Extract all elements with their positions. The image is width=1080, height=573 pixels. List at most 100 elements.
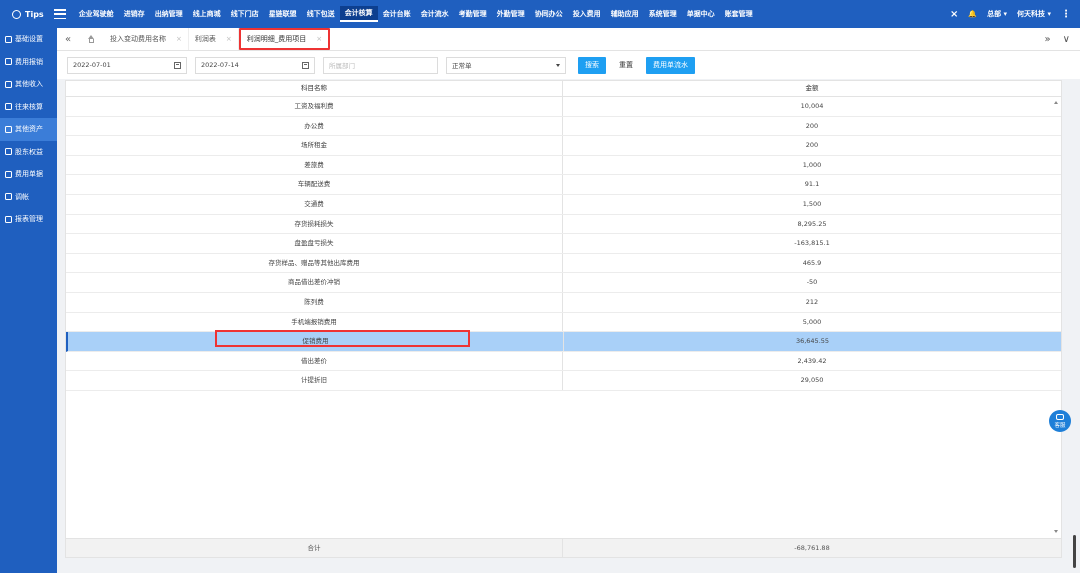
start-date-field[interactable]: 2022-07-01 <box>67 56 187 74</box>
account-name-text: 场所租金 <box>301 141 327 150</box>
nav-item[interactable]: 星链联盟 <box>264 7 302 21</box>
account-name-text: 盘盈盘亏损失 <box>294 239 334 248</box>
account-name-cell: 差旅费 <box>66 155 563 175</box>
sidebar-item[interactable]: 报表管理 <box>0 208 57 231</box>
table-row[interactable]: 存货样品、赠品等其他出库费用 465.9 <box>66 253 1061 274</box>
top-nav-right: × 🔔 总部 ▾ 何天科技 ▾ ⋮ <box>950 9 1080 20</box>
user-menu[interactable]: 总部 ▾ <box>987 9 1007 19</box>
reset-button[interactable]: 重置 <box>612 57 640 74</box>
sidebar-item[interactable]: 其他资产 <box>0 118 57 141</box>
nav-item[interactable]: 线下包送 <box>302 7 340 21</box>
table-row[interactable]: 商品借出差价冲销 -50 <box>66 273 1061 293</box>
table-row[interactable]: 工资及福利费 10,004 <box>66 97 1061 117</box>
table-row[interactable]: 计提折旧 29,050 <box>66 371 1061 391</box>
tabs-next-icon[interactable]: » <box>1045 34 1051 45</box>
logo[interactable]: Tips <box>0 9 50 19</box>
nav-item[interactable]: 单据中心 <box>682 7 720 21</box>
home-icon[interactable] <box>87 34 96 44</box>
tab-label: 利润明细_费用项目 <box>246 35 307 43</box>
chat-icon <box>1056 413 1064 420</box>
nav-item[interactable]: 出纳管理 <box>150 7 188 21</box>
table-row[interactable]: 存货损耗损失 8,295.25 <box>66 214 1061 235</box>
sidebar-item[interactable]: 往来核算 <box>0 96 57 119</box>
table-row[interactable]: 盘盈盘亏损失 -163,815.1 <box>66 234 1061 254</box>
account-name-cell: 存货样品、赠品等其他出库费用 <box>66 253 563 273</box>
sidebar-item[interactable]: 其他收入 <box>0 73 57 96</box>
nav-item[interactable]: 线上商城 <box>188 7 226 21</box>
nav-item[interactable]: 外勤管理 <box>492 7 530 21</box>
scroll-down-icon[interactable] <box>1054 530 1058 533</box>
chevron-down-icon[interactable]: ∨ <box>1063 34 1070 45</box>
calendar-icon[interactable] <box>174 61 181 69</box>
table-body: 工资及福利费 10,004 办公费 200 场所租金 200 差旅费 1,000 车辆配送费 91… <box>66 97 1061 391</box>
close-icon[interactable]: × <box>176 35 182 43</box>
account-name-text: 存货样品、赠品等其他出库费用 <box>268 258 360 267</box>
amount-cell: 465.9 <box>802 258 822 267</box>
menu-item-icon <box>5 148 12 156</box>
menu-toggle-icon[interactable] <box>53 9 66 19</box>
nav-item[interactable]: 会计核算 <box>339 6 378 22</box>
end-date-field[interactable]: 2022-07-14 <box>195 56 315 74</box>
page-scrollbar[interactable] <box>1073 535 1076 568</box>
nav-item[interactable]: 账套管理 <box>720 7 758 21</box>
nav-item[interactable]: 进销存 <box>119 7 150 21</box>
bell-icon[interactable]: 🔔 <box>968 10 977 18</box>
tab[interactable]: 利润明细_费用项目 × <box>238 28 331 50</box>
table-row[interactable]: 借出差价 2,439.42 <box>66 351 1061 372</box>
table-row[interactable]: 陈列费 212 <box>66 292 1061 313</box>
nav-item[interactable]: 系统管理 <box>644 7 682 21</box>
table-footer: 合计 -68,761.88 <box>66 538 1061 557</box>
footer-label: 合计 <box>66 539 563 557</box>
menu-item-icon <box>5 103 12 111</box>
filter-bar: 2022-07-01 2022-07-14 所属部门 正常单 搜索 重置 费用单… <box>57 51 1080 79</box>
account-name-cell: 办公费 <box>66 116 563 136</box>
table-row[interactable]: 场所租金 200 <box>66 136 1061 156</box>
amount-cell: 36,645.55 <box>795 337 830 346</box>
nav-item[interactable]: 考勤管理 <box>454 7 492 21</box>
account-name-text: 计提折旧 <box>301 376 327 385</box>
calendar-icon[interactable] <box>302 61 309 69</box>
department-input[interactable]: 所属部门 <box>323 56 438 74</box>
more-icon[interactable]: ⋮ <box>1061 9 1071 20</box>
close-icon[interactable]: × <box>226 35 232 43</box>
table-row[interactable]: 车辆配送费 91.1 <box>66 175 1061 195</box>
tab[interactable]: 投入变动费用名称 × <box>104 28 189 50</box>
tab[interactable]: 利润表 × <box>189 28 239 50</box>
nav-item[interactable]: 投入费用 <box>568 7 606 21</box>
customer-service-button[interactable]: 客服 <box>1049 410 1071 432</box>
header-account-name[interactable]: 科目名称 <box>66 81 563 96</box>
sidebar-item[interactable]: 费用单据 <box>0 163 57 186</box>
table-row[interactable]: 办公费 200 <box>66 116 1061 137</box>
sidebar-item[interactable]: 费用报销 <box>0 51 57 74</box>
status-select[interactable]: 正常单 <box>446 56 566 74</box>
nav-item[interactable]: 线下门店 <box>226 7 264 21</box>
expense-flow-button[interactable]: 费用单流水 <box>646 56 695 74</box>
department-placeholder: 所属部门 <box>329 62 355 70</box>
nav-item[interactable]: 会计流水 <box>416 7 454 21</box>
amount-cell: 200 <box>805 121 819 130</box>
account-name-text: 工资及福利费 <box>294 102 334 110</box>
close-icon[interactable]: × <box>316 35 322 43</box>
sidebar-item-label: 往来核算 <box>15 102 43 111</box>
sidebar: 基础设置 费用报销 其他收入往来核算其他资产 股东权益 费用单据 调帐 报表管理 <box>0 28 57 573</box>
table-row[interactable]: 促销费用 36,645.55 <box>66 330 1061 352</box>
nav-item[interactable]: 协同办公 <box>530 7 568 21</box>
nav-item[interactable]: 辅助应用 <box>606 7 644 21</box>
nav-item[interactable]: 会计台账 <box>378 7 416 21</box>
sidebar-item[interactable]: 调帐 <box>0 186 57 209</box>
amount-cell: 200 <box>805 141 819 150</box>
close-icon[interactable]: × <box>950 9 958 20</box>
scroll-up-icon[interactable] <box>1054 101 1058 104</box>
nav-item[interactable]: 企业驾驶舱 <box>74 7 119 21</box>
table-row[interactable]: 差旅费 1,000 <box>66 155 1061 176</box>
end-date-value: 2022-07-14 <box>201 61 239 69</box>
sidebar-item[interactable]: 基础设置 <box>0 28 57 51</box>
amount-cell: 2,439.42 <box>797 356 827 365</box>
company-menu[interactable]: 何天科技 ▾ <box>1017 9 1051 19</box>
table-row[interactable]: 交通费 1,500 <box>66 194 1061 215</box>
header-amount[interactable]: 金额 <box>563 81 1061 96</box>
tabs-prev-icon[interactable]: « <box>57 34 79 45</box>
sidebar-item[interactable]: 股东权益 <box>0 141 57 164</box>
start-date-value: 2022-07-01 <box>73 61 111 69</box>
search-button[interactable]: 搜索 <box>578 56 606 74</box>
